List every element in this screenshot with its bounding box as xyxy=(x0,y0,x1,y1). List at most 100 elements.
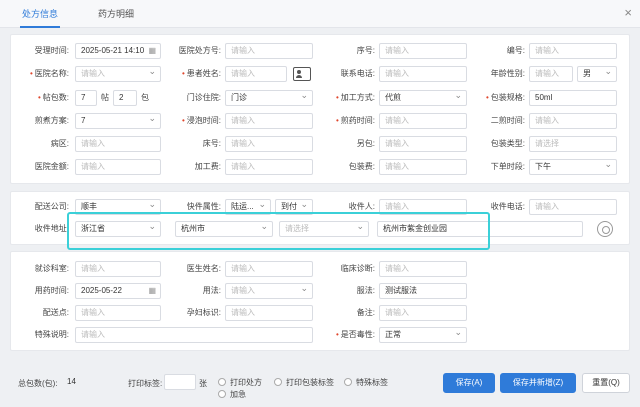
pregnancy-input[interactable]: 请输入 xyxy=(225,305,313,321)
room-input[interactable]: 请输入 xyxy=(75,261,161,277)
extra-pack-input[interactable]: 请输入 xyxy=(379,136,467,152)
method-label: 服法: xyxy=(356,286,375,295)
accept-time-input[interactable]: 2025-05-21 14:10 xyxy=(75,43,161,59)
med-time-input[interactable]: 2025-05-22 xyxy=(75,283,161,299)
dose-select[interactable]: 7 xyxy=(75,113,161,129)
bag-unit: 包 xyxy=(141,93,149,102)
toxic-select[interactable]: 正常 xyxy=(379,327,467,343)
process-fee-input[interactable]: 请输入 xyxy=(225,159,313,175)
pack-type-label: 包装类型: xyxy=(490,139,525,148)
process-label: • 加工方式: xyxy=(335,93,375,102)
remark-input[interactable]: 请输入 xyxy=(379,305,467,321)
print-pack-radio[interactable] xyxy=(274,378,282,386)
hospital-name-select[interactable]: 请输入 xyxy=(75,66,161,82)
address-detail-input[interactable]: 杭州市紫金创业园 xyxy=(377,221,583,237)
code-label: 编号: xyxy=(506,46,525,55)
pack-type-select[interactable]: 请选择 xyxy=(529,136,617,152)
receiver-label: 收件人: xyxy=(348,202,375,211)
decoct2-input[interactable]: 请输入 xyxy=(529,113,617,129)
tab-prescription-detail[interactable]: 药方明细 xyxy=(98,0,134,28)
accept-time-label: 受理时间: xyxy=(34,46,69,55)
decoct2-label: 二煎时间: xyxy=(490,116,525,125)
age-input[interactable]: 请输入 xyxy=(529,66,573,82)
special-label-radio[interactable] xyxy=(344,378,352,386)
remark-label: 备注: xyxy=(356,308,375,317)
pack-spec-input[interactable]: 50ml xyxy=(529,90,617,106)
express-attr-label: 快件属性: xyxy=(186,202,221,211)
patient-name-input[interactable]: 请输入 xyxy=(225,66,287,82)
bed-input[interactable]: 请输入 xyxy=(225,136,313,152)
company-select[interactable]: 顺丰 xyxy=(75,199,161,215)
city-select[interactable]: 杭州市 xyxy=(175,221,273,237)
decoct1-label: • 煎药时间: xyxy=(335,116,375,125)
packs-input[interactable]: 7 xyxy=(75,90,97,106)
phone-input[interactable]: 请输入 xyxy=(379,66,467,82)
tie-unit: 帖 xyxy=(101,93,109,102)
total-packs-label: 总包数(包): xyxy=(18,379,58,388)
hospital-rx-no-label: 医院处方号: xyxy=(178,46,221,55)
age-gender-label: 年龄性别: xyxy=(490,69,525,78)
method-input[interactable]: 测试服法 xyxy=(379,283,467,299)
print-count-input[interactable] xyxy=(164,374,196,390)
footer-bar: 总包数(包): 14 打印标签: 张 打印处方 打印包装标签 特殊标签 加急 保… xyxy=(0,365,640,407)
toxic-label: • 是否毒性: xyxy=(335,330,375,339)
hospital-name-label: • 医院名称: xyxy=(29,69,69,78)
dose-label: 煎煮方案: xyxy=(34,116,69,125)
seq-label: 序号: xyxy=(356,46,375,55)
print-unit: 张 xyxy=(199,379,207,388)
tab-prescription-info[interactable]: 处方信息 xyxy=(19,0,61,28)
soak-input[interactable]: 请输入 xyxy=(225,113,313,129)
special-label-text: 特殊标签 xyxy=(356,378,388,387)
decoct1-input[interactable]: 请输入 xyxy=(379,113,467,129)
receiver-phone-input[interactable]: 请输入 xyxy=(529,199,617,215)
patient-card-icon[interactable] xyxy=(293,67,311,81)
ward-input[interactable]: 请输入 xyxy=(75,136,161,152)
urgent-radio[interactable] xyxy=(218,390,226,398)
print-pack-label: 打印包装标签 xyxy=(286,378,334,387)
amount-input[interactable]: 请输入 xyxy=(75,159,161,175)
delivery-panel: 配送公司: 顺丰 快件属性: 陆运... 到付 收件人: 请输入 收件电话: 请… xyxy=(10,191,630,245)
ward-label: 病区: xyxy=(50,139,69,148)
process-select[interactable]: 代煎 xyxy=(379,90,467,106)
point-input[interactable]: 请输入 xyxy=(75,305,161,321)
settings-icon[interactable] xyxy=(597,221,613,237)
express-attr-select[interactable]: 陆运... xyxy=(225,199,271,215)
special-label: 特殊说明: xyxy=(34,330,69,339)
doctor-input[interactable]: 请输入 xyxy=(225,261,313,277)
seq-input[interactable]: 请输入 xyxy=(379,43,467,59)
receiver-input[interactable]: 请输入 xyxy=(379,199,467,215)
total-packs-value: 14 xyxy=(67,377,76,386)
print-rx-label: 打印处方 xyxy=(230,378,262,387)
special-input[interactable]: 请输入 xyxy=(75,327,313,343)
hospital-rx-no-input[interactable]: 请输入 xyxy=(225,43,313,59)
point-label: 配送点: xyxy=(42,308,69,317)
soak-label: • 浸泡时间: xyxy=(181,116,221,125)
pack-fee-label: 包装费: xyxy=(348,162,375,171)
print-rx-radio[interactable] xyxy=(218,378,226,386)
district-select[interactable]: 请选择 xyxy=(279,221,369,237)
save-and-new-button[interactable]: 保存并新增(Z) xyxy=(500,373,576,393)
prescription-form-panel: 受理时间: 2025-05-21 14:10 医院处方号: 请输入 序号: 请输… xyxy=(10,34,630,184)
diagnosis-input[interactable]: 请输入 xyxy=(379,261,467,277)
save-button[interactable]: 保存(A) xyxy=(443,373,495,393)
extra-pack-label: 另包: xyxy=(356,139,375,148)
urgent-label: 加急 xyxy=(230,390,246,399)
pack-fee-input[interactable]: 请输入 xyxy=(379,159,467,175)
patient-name-label: • 患者姓名: xyxy=(181,69,221,78)
order-period-select[interactable]: 下午 xyxy=(529,159,617,175)
reset-button[interactable]: 重置(Q) xyxy=(582,373,630,393)
diagnosis-label: 临床诊断: xyxy=(340,264,375,273)
bag-input[interactable]: 2 xyxy=(113,90,137,106)
company-label: 配送公司: xyxy=(34,202,69,211)
province-select[interactable]: 浙江省 xyxy=(75,221,161,237)
express-type-select[interactable]: 到付 xyxy=(275,199,313,215)
usage-select[interactable]: 请输入 xyxy=(225,283,313,299)
clinical-panel: 就诊科室: 请输入 医生姓名: 请输入 临床诊断: 请输入 用药时间: 2025… xyxy=(10,251,630,351)
usage-label: 用法: xyxy=(202,286,221,295)
close-icon[interactable]: × xyxy=(624,6,632,20)
clinic-label: 门诊住院: xyxy=(186,93,221,102)
room-label: 就诊科室: xyxy=(34,264,69,273)
gender-select[interactable]: 男 xyxy=(577,66,617,82)
code-input[interactable]: 请输入 xyxy=(529,43,617,59)
clinic-select[interactable]: 门诊 xyxy=(225,90,313,106)
